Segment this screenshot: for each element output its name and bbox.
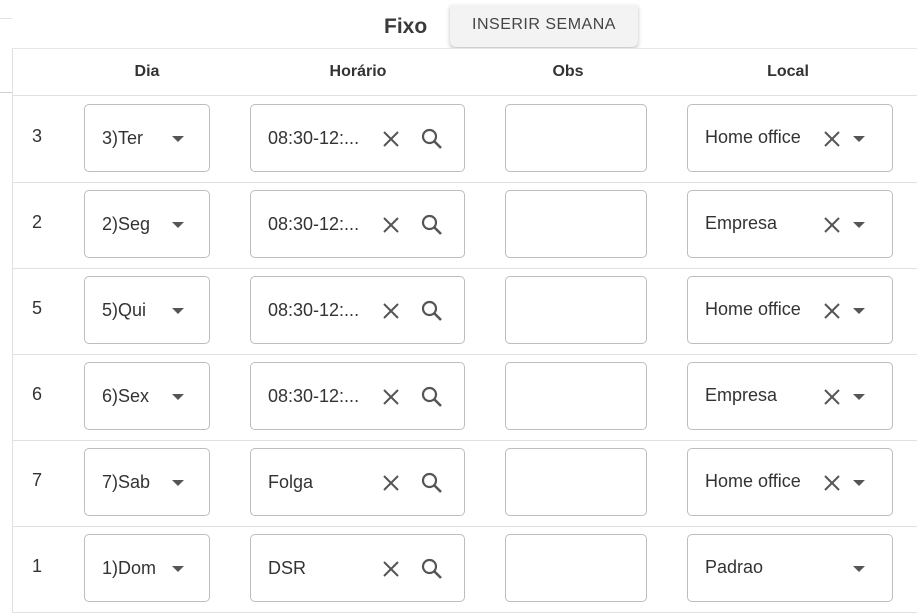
- local-select[interactable]: Empresa: [687, 190, 893, 258]
- local-value: Empresa: [705, 213, 778, 233]
- search-icon[interactable]: [420, 213, 444, 237]
- search-icon[interactable]: [420, 127, 444, 151]
- dia-select[interactable]: 2)Seg: [84, 190, 210, 258]
- dia-value: 7)Sab: [102, 472, 151, 492]
- backdrop-divider: [0, 92, 12, 93]
- chevron-down-icon[interactable]: [853, 222, 865, 228]
- chevron-down-icon[interactable]: [853, 566, 865, 572]
- horario-lookup[interactable]: 08:30-12:...: [250, 104, 465, 172]
- page-title: Fixo: [384, 15, 428, 38]
- local-select[interactable]: Home office: [687, 104, 893, 172]
- dia-value: 3)Ter: [102, 128, 144, 148]
- header-dia: Dia: [134, 63, 160, 80]
- local-value: Home office: [705, 471, 801, 491]
- horario-lookup[interactable]: 08:30-12:...: [250, 190, 465, 258]
- search-icon[interactable]: [420, 471, 444, 495]
- row-number: 2: [32, 212, 43, 232]
- insert-week-label: INSERIR SEMANA: [472, 16, 616, 33]
- close-icon[interactable]: [382, 388, 400, 406]
- row-number: 5: [32, 298, 43, 318]
- horario-lookup[interactable]: Folga: [250, 448, 465, 516]
- chevron-down-icon[interactable]: [172, 394, 184, 400]
- search-icon[interactable]: [420, 299, 444, 323]
- search-icon[interactable]: [420, 557, 444, 581]
- obs-input[interactable]: [505, 448, 647, 516]
- row-number: 7: [32, 470, 43, 490]
- table-row: 2 2)Seg 08:30-12:... Empresa: [13, 182, 917, 269]
- row-number: 1: [32, 556, 43, 576]
- chevron-down-icon[interactable]: [853, 394, 865, 400]
- local-value: Home office: [705, 127, 801, 147]
- local-select[interactable]: Home office: [687, 276, 893, 344]
- dia-value: 2)Seg: [102, 214, 151, 234]
- row-number: 6: [32, 384, 43, 404]
- chevron-down-icon[interactable]: [853, 136, 865, 142]
- table-row: 5 5)Qui 08:30-12:... Home office: [13, 268, 917, 355]
- chevron-down-icon[interactable]: [172, 136, 184, 142]
- dia-select[interactable]: 7)Sab: [84, 448, 210, 516]
- table-row: 1 1)Dom DSR Padrao: [13, 526, 917, 613]
- close-icon[interactable]: [823, 302, 841, 320]
- header-local: Local: [767, 63, 809, 80]
- close-icon[interactable]: [382, 216, 400, 234]
- dia-select[interactable]: 3)Ter: [84, 104, 210, 172]
- obs-input[interactable]: [505, 276, 647, 344]
- close-icon[interactable]: [823, 388, 841, 406]
- table-header: Dia Horário Obs Local: [13, 49, 917, 96]
- chevron-down-icon[interactable]: [172, 480, 184, 486]
- dia-value: 6)Sex: [102, 386, 150, 406]
- obs-input[interactable]: [505, 362, 647, 430]
- obs-input[interactable]: [505, 534, 647, 602]
- local-select[interactable]: Home office: [687, 448, 893, 516]
- obs-input[interactable]: [505, 104, 647, 172]
- local-value: Padrao: [705, 557, 764, 577]
- horario-lookup[interactable]: DSR: [250, 534, 465, 602]
- close-icon[interactable]: [382, 474, 400, 492]
- dia-select[interactable]: 1)Dom: [84, 534, 210, 602]
- dia-value: 5)Qui: [102, 300, 147, 320]
- horario-value: DSR: [268, 558, 307, 578]
- close-icon[interactable]: [823, 130, 841, 148]
- local-select[interactable]: Padrao: [687, 534, 893, 602]
- horario-value: 08:30-12:...: [268, 386, 360, 406]
- table-row: 7 7)Sab Folga Home office: [13, 440, 917, 527]
- local-value: Home office: [705, 299, 801, 319]
- horario-value: 08:30-12:...: [268, 214, 360, 234]
- horario-lookup[interactable]: 08:30-12:...: [250, 362, 465, 430]
- horario-lookup[interactable]: 08:30-12:...: [250, 276, 465, 344]
- header-horario: Horário: [329, 63, 387, 80]
- table-row: 6 6)Sex 08:30-12:... Empresa: [13, 354, 917, 441]
- header-obs: Obs: [552, 63, 584, 80]
- close-icon[interactable]: [823, 474, 841, 492]
- chevron-down-icon[interactable]: [853, 308, 865, 314]
- chevron-down-icon[interactable]: [172, 222, 184, 228]
- backdrop-divider: [0, 18, 12, 19]
- horario-value: 08:30-12:...: [268, 300, 360, 320]
- dia-select[interactable]: 5)Qui: [84, 276, 210, 344]
- insert-week-button[interactable]: INSERIR SEMANA: [450, 5, 638, 47]
- chevron-down-icon[interactable]: [172, 308, 184, 314]
- search-icon[interactable]: [420, 385, 444, 409]
- close-icon[interactable]: [382, 130, 400, 148]
- dia-select[interactable]: 6)Sex: [84, 362, 210, 430]
- local-select[interactable]: Empresa: [687, 362, 893, 430]
- horario-value: Folga: [268, 472, 314, 492]
- dia-value: 1)Dom: [102, 558, 157, 578]
- horario-value: 08:30-12:...: [268, 128, 360, 148]
- close-icon[interactable]: [823, 216, 841, 234]
- obs-input[interactable]: [505, 190, 647, 258]
- schedule-table: Dia Horário Obs Local 3 3)Ter 08:30-12:...…: [12, 48, 917, 613]
- close-icon[interactable]: [382, 302, 400, 320]
- table-row: 3 3)Ter 08:30-12:... Home office: [13, 96, 917, 183]
- row-number: 3: [32, 126, 43, 146]
- chevron-down-icon[interactable]: [853, 480, 865, 486]
- local-value: Empresa: [705, 385, 778, 405]
- chevron-down-icon[interactable]: [172, 566, 184, 572]
- close-icon[interactable]: [382, 560, 400, 578]
